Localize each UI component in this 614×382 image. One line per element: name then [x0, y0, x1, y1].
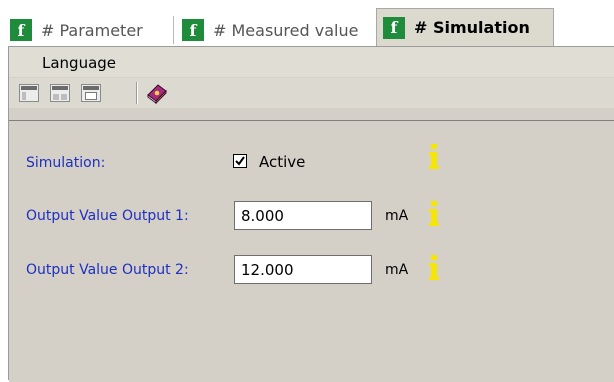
output-1-label: Output Value Output 1: — [26, 208, 189, 224]
tab-strip: f # Parameter f # Measured value f # Sim… — [0, 0, 614, 48]
output-1-input[interactable] — [234, 201, 372, 230]
tab-label: # Measured value — [213, 20, 359, 40]
brand-logo-icon: f — [383, 16, 405, 39]
content-area: Simulation: Active Output Value Output 1… — [9, 120, 614, 382]
output-2-label: Output Value Output 2: — [26, 262, 189, 278]
active-checkbox-label: Active — [259, 153, 306, 171]
tab-measured-value[interactable]: f # Measured value — [182, 14, 358, 46]
toolbar — [9, 78, 614, 108]
brand-logo-icon: f — [10, 19, 32, 41]
tab-label: # Parameter — [41, 20, 143, 40]
simulation-panel: Language Simulation: Active Output Value… — [8, 46, 614, 382]
info-icon[interactable] — [427, 254, 441, 282]
checkmark-icon — [235, 156, 245, 166]
menu-bar: Language — [9, 47, 614, 77]
tab-parameter[interactable]: f # Parameter — [10, 14, 143, 46]
info-icon[interactable] — [427, 200, 441, 228]
tab-label: # Simulation — [414, 18, 530, 37]
simulation-label: Simulation: — [26, 155, 106, 171]
tab-simulation[interactable]: f # Simulation — [376, 8, 554, 46]
active-checkbox[interactable] — [233, 154, 247, 168]
help-book-icon[interactable] — [145, 81, 169, 105]
output-2-input[interactable] — [234, 255, 372, 284]
tab-divider — [173, 16, 174, 44]
layout-3-icon[interactable] — [81, 84, 101, 102]
output-1-unit: mA — [385, 208, 409, 224]
menu-language[interactable]: Language — [42, 54, 116, 72]
toolbar-divider — [136, 82, 138, 104]
info-icon[interactable] — [427, 143, 441, 171]
brand-logo-icon: f — [182, 19, 204, 41]
layout-1-icon[interactable] — [19, 84, 39, 102]
output-2-unit: mA — [385, 262, 409, 278]
layout-2-icon[interactable] — [50, 84, 70, 102]
